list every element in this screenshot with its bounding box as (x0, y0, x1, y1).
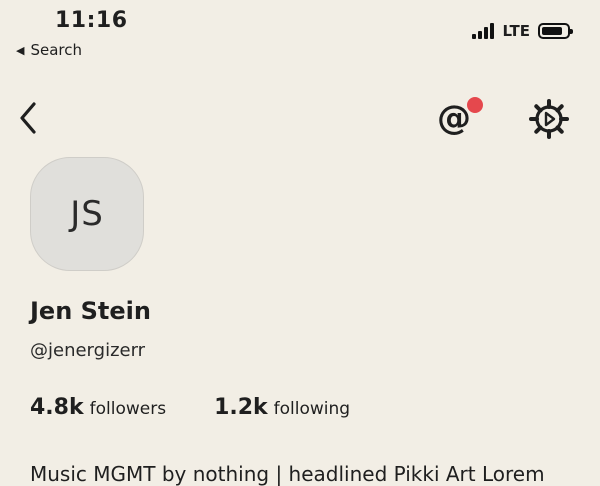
followers-stat[interactable]: 4.8k followers (30, 395, 166, 420)
battery-level (542, 27, 562, 35)
followers-label: followers (89, 399, 167, 419)
battery-icon (538, 23, 573, 39)
notification-dot (465, 95, 485, 115)
profile-stats: 4.8k followers 1.2k following (30, 395, 350, 420)
back-to-search-button[interactable]: ◀ Search (16, 41, 82, 59)
chevron-left-icon (20, 102, 36, 134)
following-stat[interactable]: 1.2k following (214, 395, 350, 420)
back-triangle-icon: ◀ (16, 43, 25, 57)
profile-handle: @jenergizerr (30, 340, 146, 361)
network-type: LTE (502, 22, 530, 40)
signal-strength-icon (472, 23, 495, 39)
back-to-search-label: Search (30, 41, 83, 59)
settings-button[interactable] (528, 98, 570, 140)
following-label: following (273, 399, 351, 419)
followers-count: 4.8k (30, 395, 84, 420)
back-button[interactable] (16, 100, 40, 136)
status-bar: 11:16 ◀ Search LTE (0, 0, 600, 70)
status-time: 11:16 (55, 8, 128, 33)
gear-icon (529, 99, 569, 139)
avatar[interactable]: JS (30, 157, 144, 271)
avatar-initials: JS (70, 194, 104, 234)
profile-name: Jen Stein (30, 297, 151, 325)
profile-bio: Music MGMT by nothing | headlined Pikki … (30, 462, 545, 486)
following-count: 1.2k (214, 395, 268, 420)
status-indicators: LTE (472, 22, 573, 40)
